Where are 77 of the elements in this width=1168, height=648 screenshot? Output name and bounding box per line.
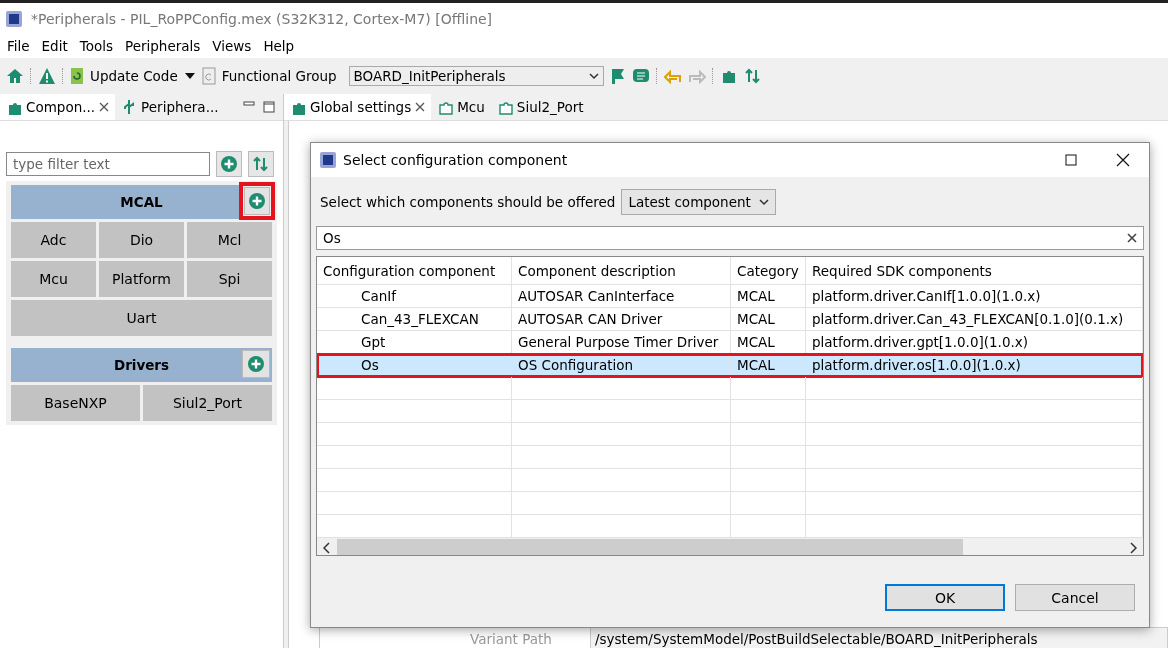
- column-header[interactable]: Component description: [512, 257, 731, 285]
- table-cell: MCAL: [731, 285, 806, 308]
- component-button[interactable]: Adc: [11, 222, 96, 258]
- menu-item[interactable]: Tools: [74, 38, 118, 54]
- update-code-button[interactable]: Update Code: [90, 68, 178, 84]
- caret-icon: [588, 72, 599, 80]
- table-cell: OS Configuration: [512, 354, 731, 377]
- column-header[interactable]: Configuration component: [317, 257, 512, 285]
- component-version-dropdown[interactable]: Latest component: [621, 189, 776, 215]
- scrollbar-thumb[interactable]: [337, 539, 963, 555]
- menu-item[interactable]: Edit: [36, 38, 73, 54]
- list-icon[interactable]: [631, 67, 650, 85]
- table-cell: platform.driver.os[1.0.0](1.0.x): [806, 354, 1143, 377]
- close-icon[interactable]: [99, 102, 110, 112]
- editor-tab[interactable]: Global settings: [284, 94, 432, 120]
- plus-icon: [247, 355, 265, 373]
- add-button[interactable]: [242, 350, 270, 378]
- flag-icon[interactable]: [609, 67, 626, 85]
- table-cell: MCAL: [731, 308, 806, 331]
- group-title: MCAL: [120, 194, 163, 210]
- functional-group-dropdown[interactable]: BOARD_InitPeripherals: [348, 66, 604, 86]
- group-title: Drivers: [113, 357, 170, 373]
- table-row[interactable]: Os OS Configuration MCAL platform.driver.os[1.0.0](1.0.x): [317, 354, 1143, 377]
- menu-item[interactable]: Views: [207, 38, 257, 54]
- functional-group-label: Functional Group: [221, 68, 337, 84]
- table-cell: platform.driver.CanIf[1.0.0](1.0.x): [806, 285, 1143, 308]
- clear-icon[interactable]: [1127, 233, 1137, 243]
- menu-item[interactable]: Peripherals: [120, 38, 206, 54]
- plus-icon: [220, 155, 238, 173]
- add-button[interactable]: [239, 182, 275, 220]
- warning-icon[interactable]: [38, 67, 56, 85]
- close-icon[interactable]: [1116, 153, 1130, 167]
- document-icon: [201, 67, 216, 85]
- caret-icon: [758, 198, 769, 206]
- menu-item[interactable]: Help: [258, 38, 300, 54]
- document-icon[interactable]: [70, 67, 84, 85]
- component-button[interactable]: BaseNXP: [11, 385, 140, 421]
- maximize-icon[interactable]: [1065, 154, 1077, 166]
- column-header[interactable]: Category: [731, 257, 806, 285]
- maximize-icon[interactable]: [263, 101, 275, 113]
- dialog-title: Select configuration component: [343, 152, 568, 168]
- plus-icon: [248, 192, 266, 210]
- component-button[interactable]: Mcu: [11, 261, 96, 297]
- component-button[interactable]: Dio: [99, 222, 184, 258]
- table-cell: Can_43_FLEXCAN: [317, 308, 512, 331]
- add-button[interactable]: [216, 151, 242, 177]
- component-button[interactable]: Uart: [11, 300, 272, 336]
- component-button[interactable]: Spi: [187, 261, 272, 297]
- table-row[interactable]: CanIf AUTOSAR CanInterface MCAL platform.driver.CanIf[1.0.0](1.0.x): [317, 285, 1143, 308]
- chip-icon: [319, 151, 337, 169]
- component-button[interactable]: Mcl: [187, 222, 272, 258]
- home-icon[interactable]: [6, 67, 24, 85]
- table-row[interactable]: Can_43_FLEXCAN AUTOSAR CAN Driver MCAL platform.driver.Can_43_FLEXCAN[0.1.0](0.1.x): [317, 308, 1143, 331]
- window-title: *Peripherals - PIL_RoPPConfig.mex (S32K312, Cortex-M7) [Offline]: [31, 10, 493, 27]
- variant-path-field[interactable]: /system/SystemModel/PostBuildSelectable/BOARD_InitPeripherals: [590, 627, 1168, 648]
- table-cell: CanIf: [317, 285, 512, 308]
- table-cell: AUTOSAR CAN Driver: [512, 308, 731, 331]
- table-cell: platform.driver.Can_43_FLEXCAN[0.1.0](0.1.x): [806, 308, 1143, 331]
- search-field[interactable]: Os: [316, 226, 1144, 250]
- dialog-button[interactable]: Cancel: [1015, 584, 1135, 611]
- menu-item[interactable]: File: [2, 38, 35, 54]
- sort-icon: [252, 155, 270, 173]
- filter-field[interactable]: type filter text: [6, 152, 210, 176]
- column-header[interactable]: Required SDK components: [806, 257, 1143, 285]
- sort-icon[interactable]: [743, 67, 762, 85]
- table-cell: MCAL: [731, 354, 806, 377]
- table-cell: AUTOSAR CanInterface: [512, 285, 731, 308]
- sort-button[interactable]: [248, 151, 274, 177]
- component-button[interactable]: Siul2_Port: [143, 385, 272, 421]
- chip-icon: [5, 9, 23, 28]
- dialog-button[interactable]: OK: [885, 584, 1005, 611]
- table-cell: Os: [317, 354, 512, 377]
- view-tab[interactable]: Compon...: [0, 94, 116, 120]
- offer-label: Select which components should be offered: [320, 194, 616, 210]
- component-button[interactable]: Platform: [99, 261, 184, 297]
- close-icon[interactable]: [415, 102, 426, 112]
- field-label: Variant Path: [470, 631, 553, 647]
